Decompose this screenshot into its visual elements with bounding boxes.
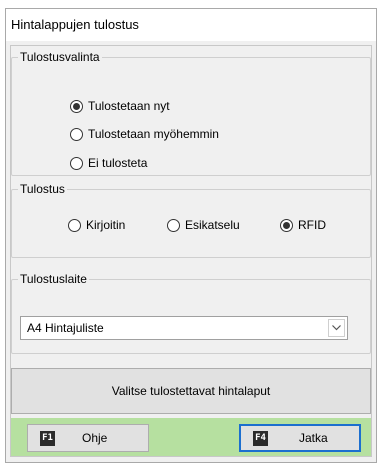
radio-label: Esikatselu: [185, 218, 240, 232]
f4-key-icon: F4: [253, 430, 268, 446]
function-key-bar: F1 Ohje F4 Jatka: [11, 418, 371, 456]
radio-print-later[interactable]: Tulostetaan myöhemmin: [70, 127, 219, 141]
radio-label: Ei tulosteta: [88, 156, 148, 170]
radio-label: Tulostetaan nyt: [88, 99, 170, 113]
radio-no-print[interactable]: Ei tulosteta: [70, 156, 147, 170]
print-choice-legend: Tulostusvalinta: [20, 50, 100, 64]
printer-device-select[interactable]: A4 Hintajuliste: [20, 316, 348, 340]
print-mode-group: Tulostus Kirjoitin Esikatselu RFID: [11, 182, 371, 258]
radio-print-now[interactable]: Tulostetaan nyt: [70, 99, 170, 113]
help-button-label: Ohje: [82, 431, 108, 445]
print-mode-legend: Tulostus: [20, 182, 65, 196]
printer-device-legend: Tulostuslaite: [20, 272, 87, 286]
radio-printer[interactable]: Kirjoitin: [68, 218, 125, 232]
radio-label: Tulostetaan myöhemmin: [88, 127, 219, 141]
printer-device-value: A4 Hintajuliste: [27, 321, 104, 335]
radio-button[interactable]: [167, 218, 180, 232]
select-labels-button[interactable]: Valitse tulostettavat hintalaput: [11, 368, 371, 414]
radio-preview[interactable]: Esikatselu: [167, 218, 240, 232]
radio-label: RFID: [298, 218, 326, 232]
continue-button-label: Jatka: [299, 431, 328, 445]
window-title: Hintalappujen tulostus: [11, 17, 139, 32]
print-choice-group: Tulostusvalinta Tulostetaan nyt Tulostet…: [11, 50, 371, 176]
f1-key-icon: F1: [40, 430, 55, 446]
radio-button[interactable]: [70, 156, 83, 170]
printer-device-group: Tulostuslaite A4 Hintajuliste: [11, 272, 371, 354]
select-labels-button-label: Valitse tulostettavat hintalaput: [111, 384, 271, 398]
radio-label: Kirjoitin: [86, 218, 126, 232]
chevron-down-icon[interactable]: [328, 319, 345, 337]
radio-button-checked[interactable]: [280, 218, 293, 232]
radio-button[interactable]: [70, 127, 83, 141]
radio-button-checked[interactable]: [70, 99, 83, 113]
window-client-area: Tulostusvalinta Tulostetaan nyt Tulostet…: [10, 45, 372, 457]
help-button[interactable]: F1 Ohje: [27, 424, 149, 452]
radio-rfid[interactable]: RFID: [280, 218, 326, 232]
window-titlebar: Hintalappujen tulostus: [6, 9, 376, 41]
continue-button[interactable]: F4 Jatka: [239, 424, 361, 452]
radio-button[interactable]: [68, 218, 81, 232]
print-price-labels-window: Hintalappujen tulostus Tulostusvalinta T…: [5, 8, 377, 463]
